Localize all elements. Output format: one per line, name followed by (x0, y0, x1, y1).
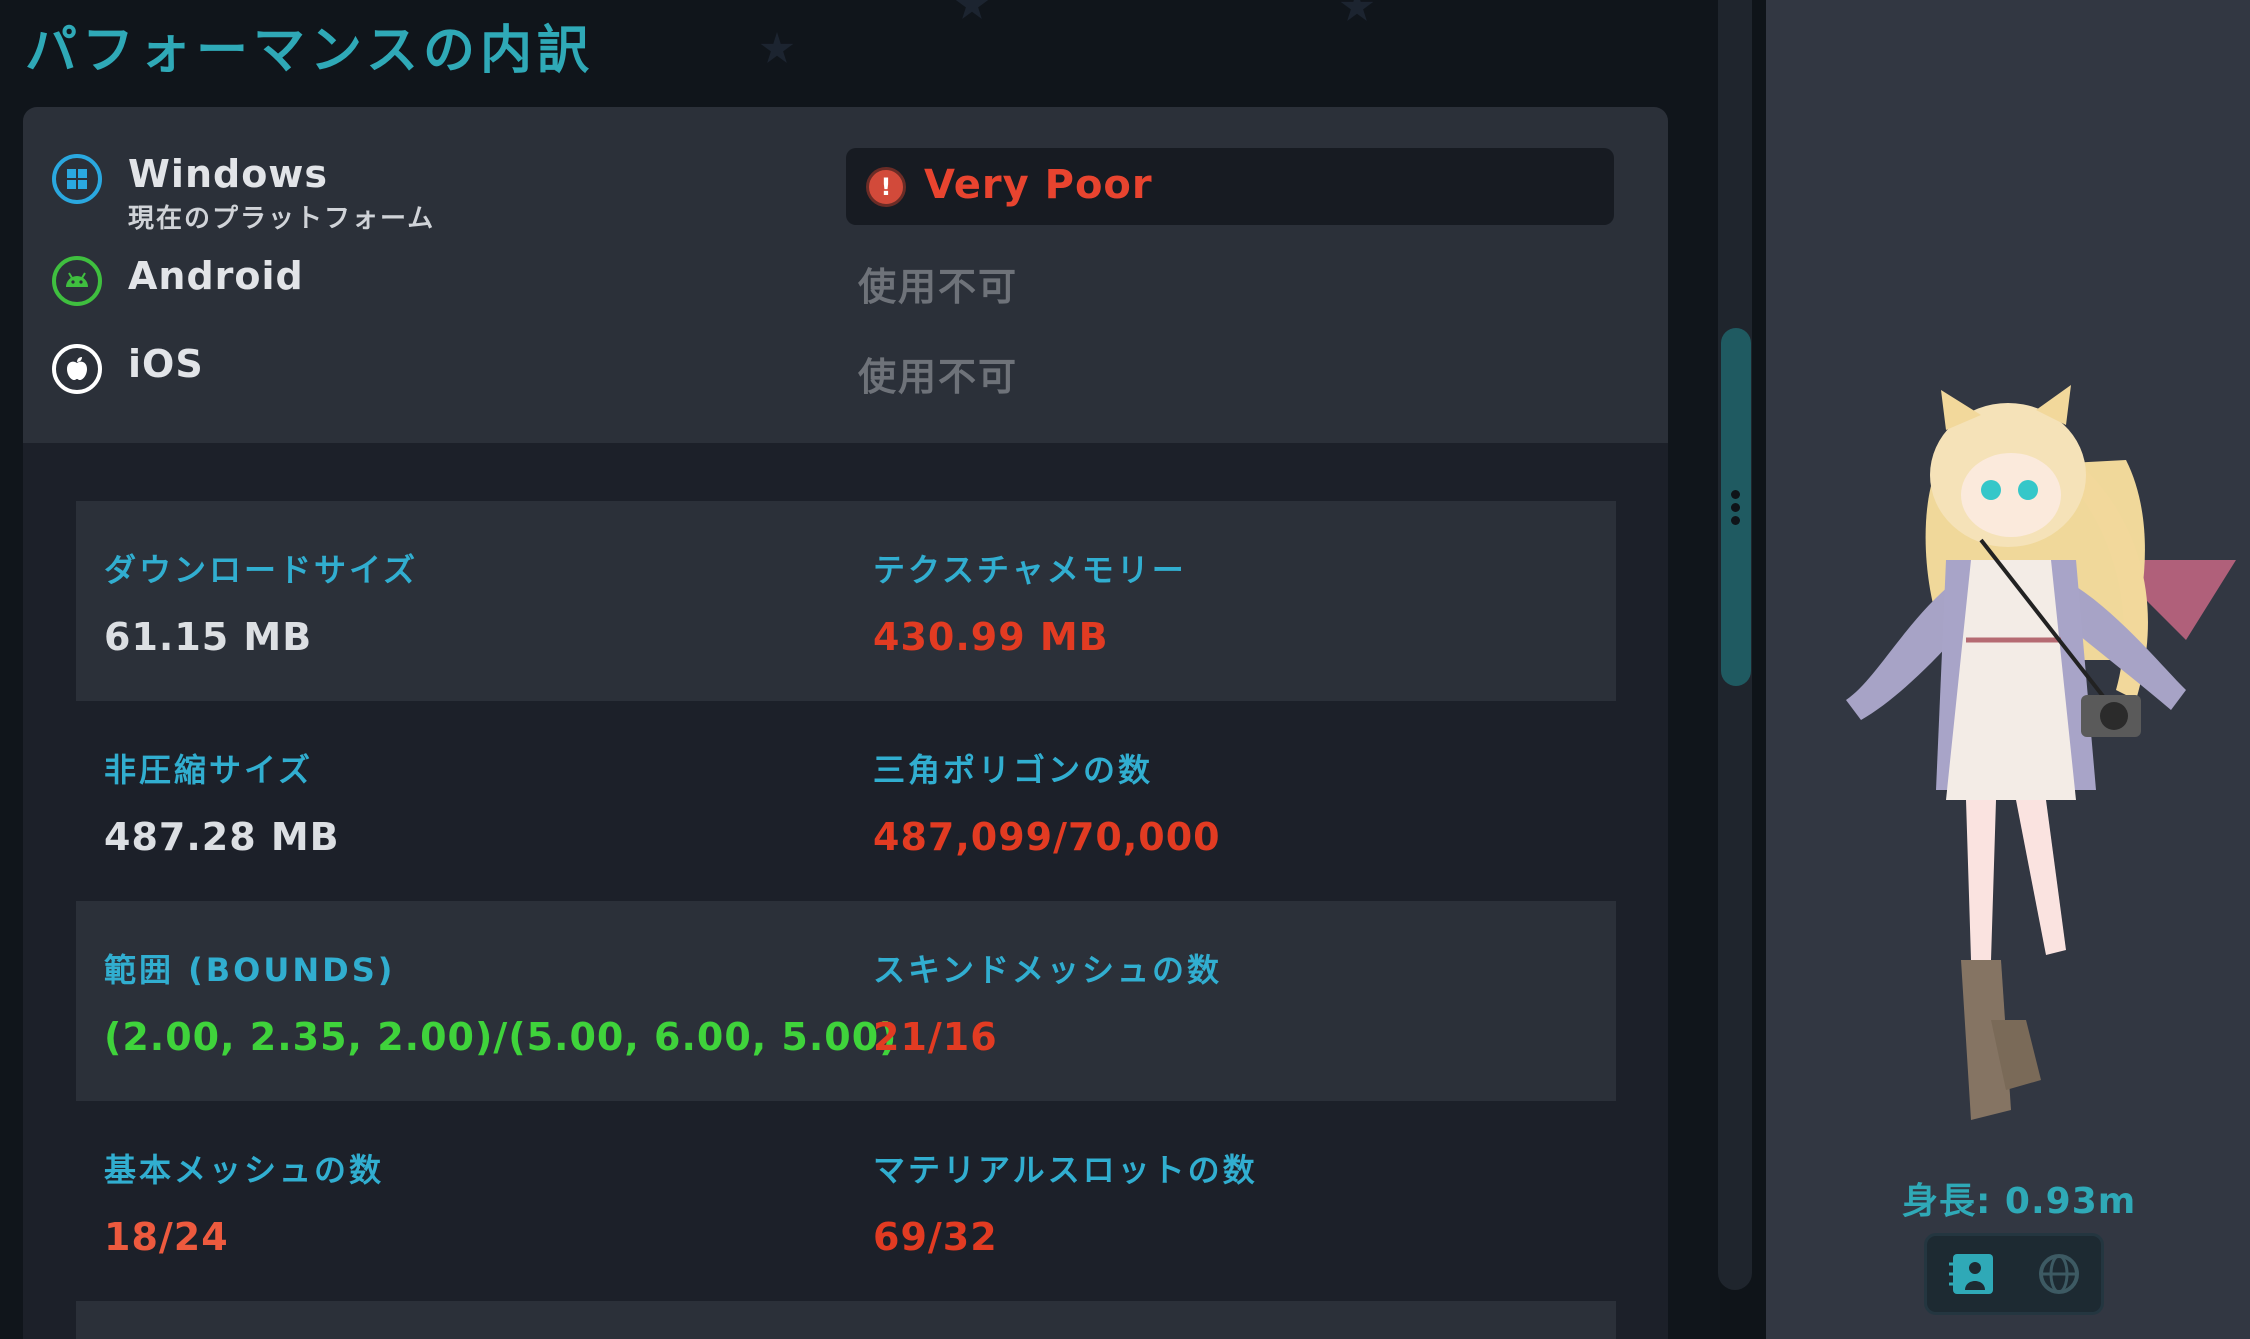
uncompressed-size-label: 非圧縮サイズ (104, 751, 314, 789)
stat-row: ダウンロードサイズ 61.15 MB テクスチャメモリー 430.99 MB (76, 501, 1616, 701)
platform-name: Windows (128, 152, 329, 196)
current-platform-label: 現在のプラットフォーム (128, 204, 436, 234)
triangle-count-value: 487,099/70,000 (873, 815, 1221, 859)
view-toggle (1924, 1233, 2104, 1315)
apple-icon (52, 344, 102, 394)
world-view-button[interactable] (2031, 1246, 2087, 1302)
platform-name: iOS (128, 342, 204, 386)
windows-icon (52, 154, 102, 204)
avatar-preview[interactable] (1766, 0, 2250, 1160)
globe-icon (2039, 1254, 2079, 1294)
basic-mesh-value: 18/24 (104, 1215, 229, 1259)
basic-mesh-label: 基本メッシュの数 (104, 1151, 385, 1189)
texture-memory-label: テクスチャメモリー (873, 551, 1187, 589)
status-text-ios: 使用不可 (858, 355, 1019, 399)
background-star (955, 0, 989, 19)
background-star (1340, 0, 1374, 21)
status-badge-windows: ! Very Poor (846, 148, 1614, 225)
download-size-label: ダウンロードサイズ (104, 551, 419, 589)
bounds-value: (2.00, 2.35, 2.00)/(5.00, 6.00, 5.00) (104, 1015, 898, 1059)
grip-dot (1731, 516, 1740, 525)
bounds-label: 範囲 (BOUNDS) (104, 951, 396, 989)
stat-row: 基本メッシュの数 18/24 マテリアルスロットの数 69/32 (76, 1101, 1616, 1301)
alert-icon: ! (866, 167, 906, 207)
grip-dot (1731, 503, 1740, 512)
android-icon (52, 256, 102, 306)
stat-row: 範囲 (BOUNDS) (2.00, 2.35, 2.00)/(5.00, 6.… (76, 901, 1616, 1101)
material-slots-label: マテリアルスロットの数 (873, 1151, 1258, 1189)
stat-row (76, 1301, 1616, 1339)
avatar-card-icon (1949, 1254, 1993, 1294)
background-star (760, 32, 794, 63)
platform-row-android: Android (52, 254, 652, 314)
grip-dot (1731, 490, 1740, 499)
platform-row-windows: Windows 現在のプラットフォーム (52, 152, 652, 234)
platform-name: Android (128, 254, 304, 298)
avatar-height-label: 身長: 0.93m (1902, 1181, 2137, 1222)
uncompressed-size-value: 487.28 MB (104, 815, 340, 859)
material-slots-value: 69/32 (873, 1215, 998, 1259)
skinned-mesh-value: 21/16 (873, 1015, 998, 1059)
performance-panel: パフォーマンスの内訳 Windows 現在のプラットフォーム ! Very Po… (0, 0, 1720, 1339)
status-text: Very Poor (924, 162, 1153, 208)
skinned-mesh-label: スキンドメッシュの数 (873, 951, 1223, 989)
avatar-view-button[interactable] (1945, 1246, 2001, 1302)
texture-memory-value: 430.99 MB (873, 615, 1109, 659)
stat-row: 非圧縮サイズ 487.28 MB 三角ポリゴンの数 487,099/70,000 (76, 701, 1616, 901)
status-text-android: 使用不可 (858, 265, 1019, 309)
page-title: パフォーマンスの内訳 (25, 21, 594, 81)
avatar-preview-panel (1766, 0, 2250, 1339)
platform-row-ios: iOS (52, 342, 652, 402)
download-size-value: 61.15 MB (104, 615, 313, 659)
triangle-count-label: 三角ポリゴンの数 (873, 751, 1154, 789)
